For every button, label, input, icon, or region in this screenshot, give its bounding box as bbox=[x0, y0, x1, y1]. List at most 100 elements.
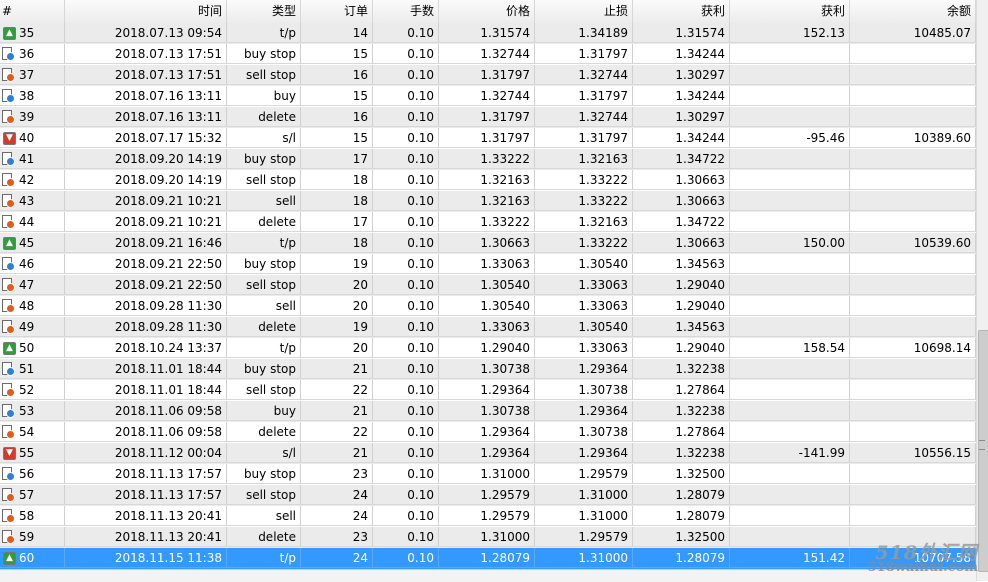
cell-number: 49 bbox=[0, 317, 65, 337]
column-header-type[interactable]: 类型 bbox=[227, 0, 301, 23]
cell-time: 2018.11.12 00:04 bbox=[65, 443, 227, 463]
cell-profit bbox=[730, 506, 850, 526]
table-row[interactable]: 52 2018.11.01 18:44 sell stop 22 0.10 1.29364… bbox=[0, 380, 976, 401]
table-row[interactable]: 44 2018.09.21 10:21 delete 17 0.10 1.33222 1.3… bbox=[0, 212, 976, 233]
cell-order: 18 bbox=[301, 233, 373, 253]
cell-take-profit: 1.28079 bbox=[633, 506, 730, 526]
cell-number: 53 bbox=[0, 401, 65, 421]
cell-type: delete bbox=[227, 527, 301, 547]
cell-order: 16 bbox=[301, 107, 373, 127]
cell-time: 2018.09.20 14:19 bbox=[65, 170, 227, 190]
cell-stop-loss: 1.31797 bbox=[535, 44, 633, 64]
table-row[interactable]: 57 2018.11.13 17:57 sell stop 24 0.10 1.29579… bbox=[0, 485, 976, 506]
table-row[interactable]: ▲ 50 2018.10.24 13:37 t/p 20 0.10 1.29040 1.330… bbox=[0, 338, 976, 359]
cell-stop-loss: 1.30738 bbox=[535, 380, 633, 400]
cell-balance bbox=[850, 44, 976, 64]
cell-price: 1.33222 bbox=[439, 149, 535, 169]
table-row[interactable]: 56 2018.11.13 17:57 buy stop 23 0.10 1.31000 1… bbox=[0, 464, 976, 485]
cell-type: buy stop bbox=[227, 149, 301, 169]
table-row[interactable]: 36 2018.07.13 17:51 buy stop 15 0.10 1.32744 1… bbox=[0, 44, 976, 65]
cell-price: 1.33063 bbox=[439, 317, 535, 337]
buy-stop-icon bbox=[2, 467, 15, 481]
table-row[interactable]: ▼ 55 2018.11.12 00:04 s/l 21 0.10 1.29364 1.293… bbox=[0, 443, 976, 464]
table-row[interactable]: 53 2018.11.06 09:58 buy 21 0.10 1.30738 1.2936… bbox=[0, 401, 976, 422]
column-header-time[interactable]: 时间 bbox=[65, 0, 227, 23]
table-row[interactable]: 41 2018.09.20 14:19 buy stop 17 0.10 1.33222 1… bbox=[0, 149, 976, 170]
table-row[interactable]: 58 2018.11.13 20:41 sell 24 0.10 1.29579 1.310… bbox=[0, 506, 976, 527]
cell-take-profit: 1.32500 bbox=[633, 464, 730, 484]
column-header-balance[interactable]: 余额 bbox=[850, 0, 976, 23]
table-row[interactable]: 51 2018.11.01 18:44 buy stop 21 0.10 1.30738 1… bbox=[0, 359, 976, 380]
cell-lots: 0.10 bbox=[373, 107, 439, 127]
cell-take-profit: 1.34722 bbox=[633, 149, 730, 169]
row-number: 38 bbox=[19, 89, 35, 103]
scrollbar-thumb[interactable] bbox=[978, 330, 988, 572]
cell-type: t/p bbox=[227, 233, 301, 253]
cell-time: 2018.09.21 22:50 bbox=[65, 254, 227, 274]
table-row[interactable]: 38 2018.07.16 13:11 buy 15 0.10 1.32744 1.3179… bbox=[0, 86, 976, 107]
cell-lots: 0.10 bbox=[373, 233, 439, 253]
column-header-lots[interactable]: 手数 bbox=[373, 0, 439, 23]
cell-balance bbox=[850, 401, 976, 421]
column-header-stop-loss[interactable]: 止损 bbox=[535, 0, 633, 23]
vertical-scrollbar[interactable] bbox=[976, 0, 988, 581]
sell-stop-icon bbox=[2, 68, 15, 82]
sell-icon bbox=[2, 299, 15, 313]
cell-profit bbox=[730, 107, 850, 127]
table-row[interactable]: 37 2018.07.13 17:51 sell stop 16 0.10 1.31797… bbox=[0, 65, 976, 86]
table-row[interactable]: 47 2018.09.21 22:50 sell stop 20 0.10 1.30540… bbox=[0, 275, 976, 296]
cell-time: 2018.11.15 11:38 bbox=[65, 548, 227, 568]
cell-time: 2018.11.06 09:58 bbox=[65, 401, 227, 421]
cell-type: s/l bbox=[227, 128, 301, 148]
table-row[interactable]: 59 2018.11.13 20:41 delete 23 0.10 1.31000 1.2… bbox=[0, 527, 976, 548]
table-row[interactable]: ▲ 45 2018.09.21 16:46 t/p 18 0.10 1.30663 1.332… bbox=[0, 233, 976, 254]
cell-price: 1.32163 bbox=[439, 170, 535, 190]
table-row[interactable]: ▼ 40 2018.07.17 15:32 s/l 15 0.10 1.31797 1.317… bbox=[0, 128, 976, 149]
cell-order: 24 bbox=[301, 506, 373, 526]
cell-lots: 0.10 bbox=[373, 506, 439, 526]
table-row[interactable]: 49 2018.09.28 11:30 delete 19 0.10 1.33063 1.3… bbox=[0, 317, 976, 338]
cell-number: 36 bbox=[0, 44, 65, 64]
row-number: 47 bbox=[19, 278, 35, 292]
delete-order-icon bbox=[2, 215, 15, 229]
cell-stop-loss: 1.33063 bbox=[535, 296, 633, 316]
table-row[interactable]: 42 2018.09.20 14:19 sell stop 18 0.10 1.32163… bbox=[0, 170, 976, 191]
table-row-selected[interactable]: ▲ 60 2018.11.15 11:38 t/p 24 0.10 1.28079 1.310… bbox=[0, 548, 976, 569]
cell-price: 1.29579 bbox=[439, 485, 535, 505]
table-row[interactable]: 46 2018.09.21 22:50 buy stop 19 0.10 1.33063 1… bbox=[0, 254, 976, 275]
take-profit-icon: ▲ bbox=[2, 341, 16, 355]
cell-type: sell bbox=[227, 506, 301, 526]
cell-time: 2018.09.21 22:50 bbox=[65, 275, 227, 295]
table-row[interactable]: ▲ 35 2018.07.13 09:54 t/p 14 0.10 1.31574 1.341… bbox=[0, 23, 976, 44]
cell-take-profit: 1.30663 bbox=[633, 170, 730, 190]
cell-price: 1.28079 bbox=[439, 548, 535, 568]
cell-order: 22 bbox=[301, 380, 373, 400]
buy-stop-icon bbox=[2, 257, 15, 271]
column-header-profit[interactable]: 获利 bbox=[730, 0, 850, 23]
cell-stop-loss: 1.29364 bbox=[535, 359, 633, 379]
table-row[interactable]: 39 2018.07.16 13:11 delete 16 0.10 1.31797 1.3… bbox=[0, 107, 976, 128]
cell-price: 1.31797 bbox=[439, 107, 535, 127]
table-row[interactable]: 48 2018.09.28 11:30 sell 20 0.10 1.30540 1.330… bbox=[0, 296, 976, 317]
cell-price: 1.32163 bbox=[439, 191, 535, 211]
sell-stop-icon bbox=[2, 383, 15, 397]
buy-icon bbox=[2, 404, 15, 418]
cell-order: 15 bbox=[301, 44, 373, 64]
row-number: 60 bbox=[19, 551, 35, 565]
cell-stop-loss: 1.34189 bbox=[535, 23, 633, 43]
cell-stop-loss: 1.33063 bbox=[535, 338, 633, 358]
cell-take-profit: 1.29040 bbox=[633, 296, 730, 316]
column-header-order[interactable]: 订单 bbox=[301, 0, 373, 23]
cell-time: 2018.09.21 10:21 bbox=[65, 191, 227, 211]
cell-number: 58 bbox=[0, 506, 65, 526]
cell-time: 2018.11.13 20:41 bbox=[65, 527, 227, 547]
column-header-number[interactable]: # bbox=[0, 0, 65, 23]
cell-balance: 10556.15 bbox=[850, 443, 976, 463]
column-header-take-profit[interactable]: 获利 bbox=[633, 0, 730, 23]
table-row[interactable]: 43 2018.09.21 10:21 sell 18 0.10 1.32163 1.332… bbox=[0, 191, 976, 212]
cell-profit bbox=[730, 191, 850, 211]
cell-order: 19 bbox=[301, 254, 373, 274]
column-header-price[interactable]: 价格 bbox=[439, 0, 535, 23]
table-row[interactable]: 54 2018.11.06 09:58 delete 22 0.10 1.29364 1.3… bbox=[0, 422, 976, 443]
row-number: 49 bbox=[19, 320, 35, 334]
